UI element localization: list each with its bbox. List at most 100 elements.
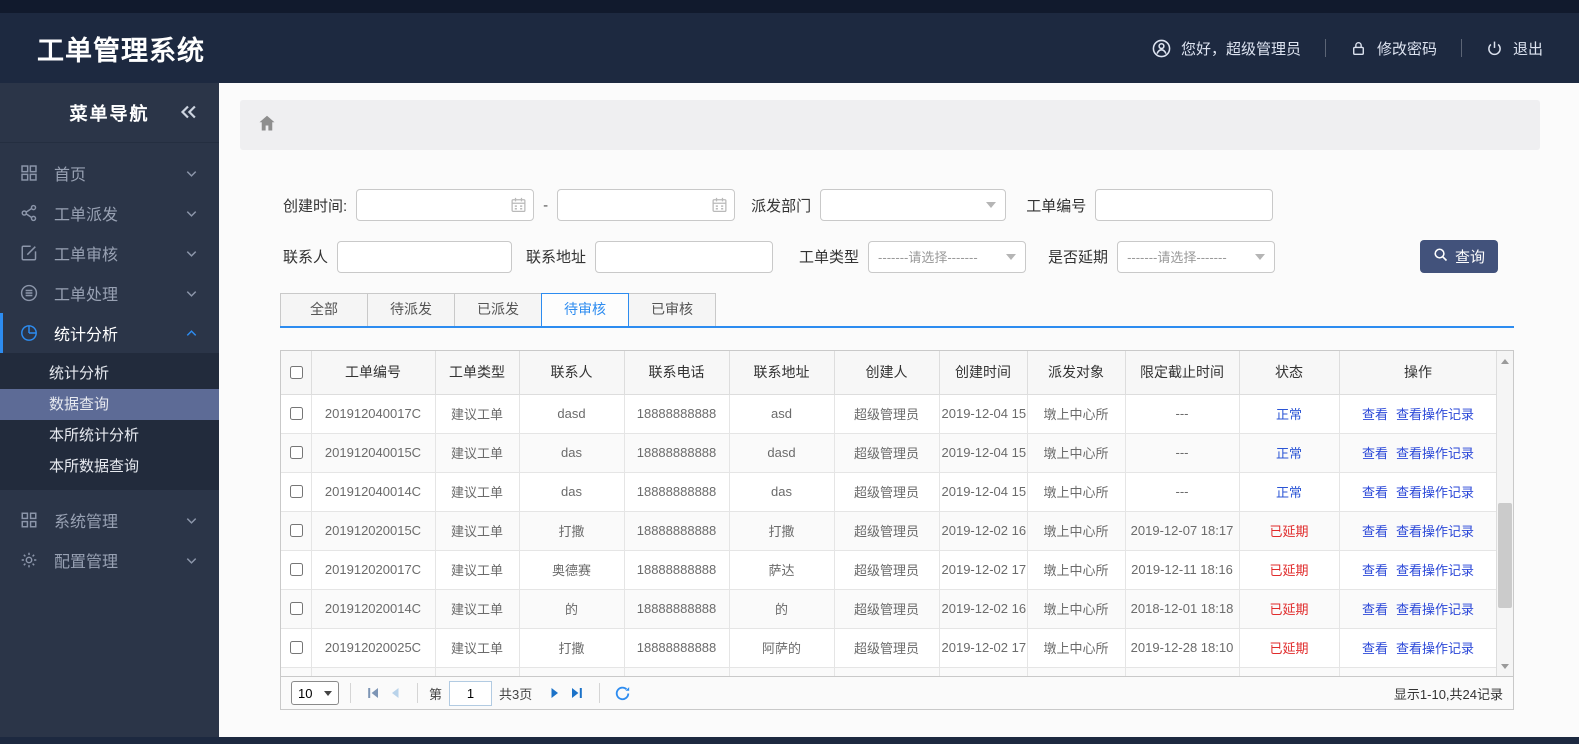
view-link[interactable]: 查看 [1362,641,1388,656]
order-type-label: 工单类型 [799,249,860,266]
last-page-button[interactable] [566,682,588,704]
cell-creator: 超级管理员 [833,627,940,668]
chevron-down-icon [184,553,199,568]
cell-contact: 的 [518,588,625,629]
home-icon[interactable] [257,113,277,138]
view-link[interactable]: 查看 [1362,407,1388,422]
create-time-end-input[interactable] [557,189,736,221]
tab-1[interactable]: 待派发 [367,293,455,326]
row-checkbox[interactable] [289,602,303,615]
sidebar-item-system[interactable]: 系统管理 [0,500,219,540]
prev-page-button[interactable] [384,682,406,704]
calendar-icon[interactable] [711,196,728,217]
sidebar-item-config[interactable]: 配置管理 [0,540,219,580]
view-link[interactable]: 查看 [1362,446,1388,461]
sidebar: 菜单导航 首页 工单派发 工单审核 工单处理 统计分析 统计分析 数据查询 本所统计分析 本所数… [0,83,219,737]
row-checkbox[interactable] [289,524,303,537]
filter-row-2: 联系人 联系地址 工单类型 -------请选择------- 是否延期 ---… [283,240,1514,273]
view-log-link[interactable]: 查看操作记录 [1396,524,1474,539]
calendar-icon[interactable] [510,196,527,217]
tab-4[interactable]: 已审核 [628,293,716,326]
cell-contact: das [518,471,625,512]
view-link[interactable]: 查看 [1362,602,1388,617]
view-log-link[interactable]: 查看操作记录 [1396,602,1474,617]
contact-input[interactable] [337,240,513,273]
sidebar-subitem[interactable]: 本所统计分析 [0,420,219,451]
view-log-link[interactable]: 查看操作记录 [1396,641,1474,656]
view-link[interactable]: 查看 [1362,524,1388,539]
chevron-down-icon [184,246,199,261]
scroll-down-icon[interactable] [1497,658,1513,674]
cell-address: 阿萨的 [728,627,835,668]
cell-address: das [728,471,835,512]
sidebar-subitem[interactable]: 数据查询 [0,389,219,420]
change-password-button[interactable]: 修改密码 [1350,38,1437,59]
cell-address: 的 [728,588,835,629]
sidebar-subitem[interactable]: 统计分析 [0,358,219,389]
scroll-up-icon[interactable] [1497,353,1513,369]
sidebar-item-label: 配置管理 [54,554,119,571]
status-badge: 已延期 [1238,627,1340,668]
cell-contact: 打撒 [518,510,625,551]
sidebar-item-stats[interactable]: 统计分析 [0,313,219,353]
view-log-link[interactable]: 查看操作记录 [1396,563,1474,578]
select-all-checkbox[interactable] [289,365,303,379]
sidebar-item-home[interactable]: 首页 [0,153,219,193]
search-button[interactable]: 查询 [1420,240,1498,273]
actions-cell: 查看 查看操作记录 [1338,393,1498,434]
user-greeting[interactable]: 您好，超级管理员 [1152,38,1301,59]
tab-3[interactable]: 待审核 [541,293,629,326]
row-checkbox[interactable] [289,446,303,459]
status-tabs: 全部 待派发 已派发 待审核 已审核 [280,293,1514,328]
row-checkbox[interactable] [289,641,303,654]
cell-deadline: 2018-12-01 18:18 [1124,588,1240,629]
top-strip [0,0,1579,13]
order-type-select[interactable]: -------请选择------- [868,240,1027,273]
view-link[interactable]: 查看 [1362,563,1388,578]
view-log-link[interactable]: 查看操作记录 [1396,407,1474,422]
sidebar-subitem[interactable]: 本所数据查询 [0,451,219,482]
cell-created: 2019-12-04 15 [938,393,1028,434]
cell-type: 建议工单 [434,510,520,551]
create-time-start-input[interactable] [356,189,535,221]
sidebar-menu: 首页 工单派发 工单审核 工单处理 统计分析 统计分析 数据查询 本所统计分析 本所数据查询 系统… [0,143,219,580]
cell-empty [1026,666,1126,676]
page-size-select[interactable]: 10 [291,681,339,705]
delay-select[interactable]: -------请选择------- [1117,240,1276,273]
sidebar-submenu: 统计分析 数据查询 本所统计分析 本所数据查询 [0,353,219,490]
cell-type: 建议工单 [434,393,520,434]
table-row: 201912020017C 建议工单 奥德赛 18888888888 萨达 超级管理员 20… [281,549,1498,590]
view-log-link[interactable]: 查看操作记录 [1396,485,1474,500]
main-content: 创建时间: - 派发部门 工单编号 联系人 联系地址 工单类型 -------请… [219,83,1579,737]
orders-table: 工单编号 工单类型 联系人 联系电话 联系地址 创建人 创建时间 派发对象 限定截止时间 状态 操作… [281,351,1498,676]
chevron-down-icon [184,513,199,528]
dispatch-dept-select[interactable] [820,189,1007,221]
order-no-input[interactable] [1095,189,1274,221]
cell-type: 建议工单 [434,432,520,473]
scrollbar-thumb[interactable] [1498,503,1512,608]
page-number-input[interactable] [449,680,493,706]
collapse-sidebar-icon[interactable] [177,101,199,128]
table-header-row: 工单编号 工单类型 联系人 联系电话 联系地址 创建人 创建时间 派发对象 限定截止时间 状态 操作 [281,351,1498,395]
cell-created: 2019-12-02 17 [938,627,1028,668]
sidebar-item-review[interactable]: 工单审核 [0,233,219,273]
refresh-icon[interactable] [611,682,633,704]
select-all-header [281,351,312,395]
address-input[interactable] [595,240,774,273]
logout-button[interactable]: 退出 [1486,38,1543,59]
sidebar-item-dispatch[interactable]: 工单派发 [0,193,219,233]
chevron-down-icon [184,166,199,181]
table-scrollbar[interactable] [1496,351,1513,676]
first-page-button[interactable] [362,682,384,704]
row-checkbox[interactable] [289,563,303,576]
cell-contact: 打撒 [518,627,625,668]
view-log-link[interactable]: 查看操作记录 [1396,446,1474,461]
tab-0[interactable]: 全部 [280,293,368,326]
sidebar-item-process[interactable]: 工单处理 [0,273,219,313]
row-checkbox[interactable] [289,485,303,498]
tab-2[interactable]: 已派发 [454,293,542,326]
row-checkbox[interactable] [289,407,303,420]
view-link[interactable]: 查看 [1362,485,1388,500]
row-checkbox-cell [281,393,312,434]
next-page-button[interactable] [544,682,566,704]
